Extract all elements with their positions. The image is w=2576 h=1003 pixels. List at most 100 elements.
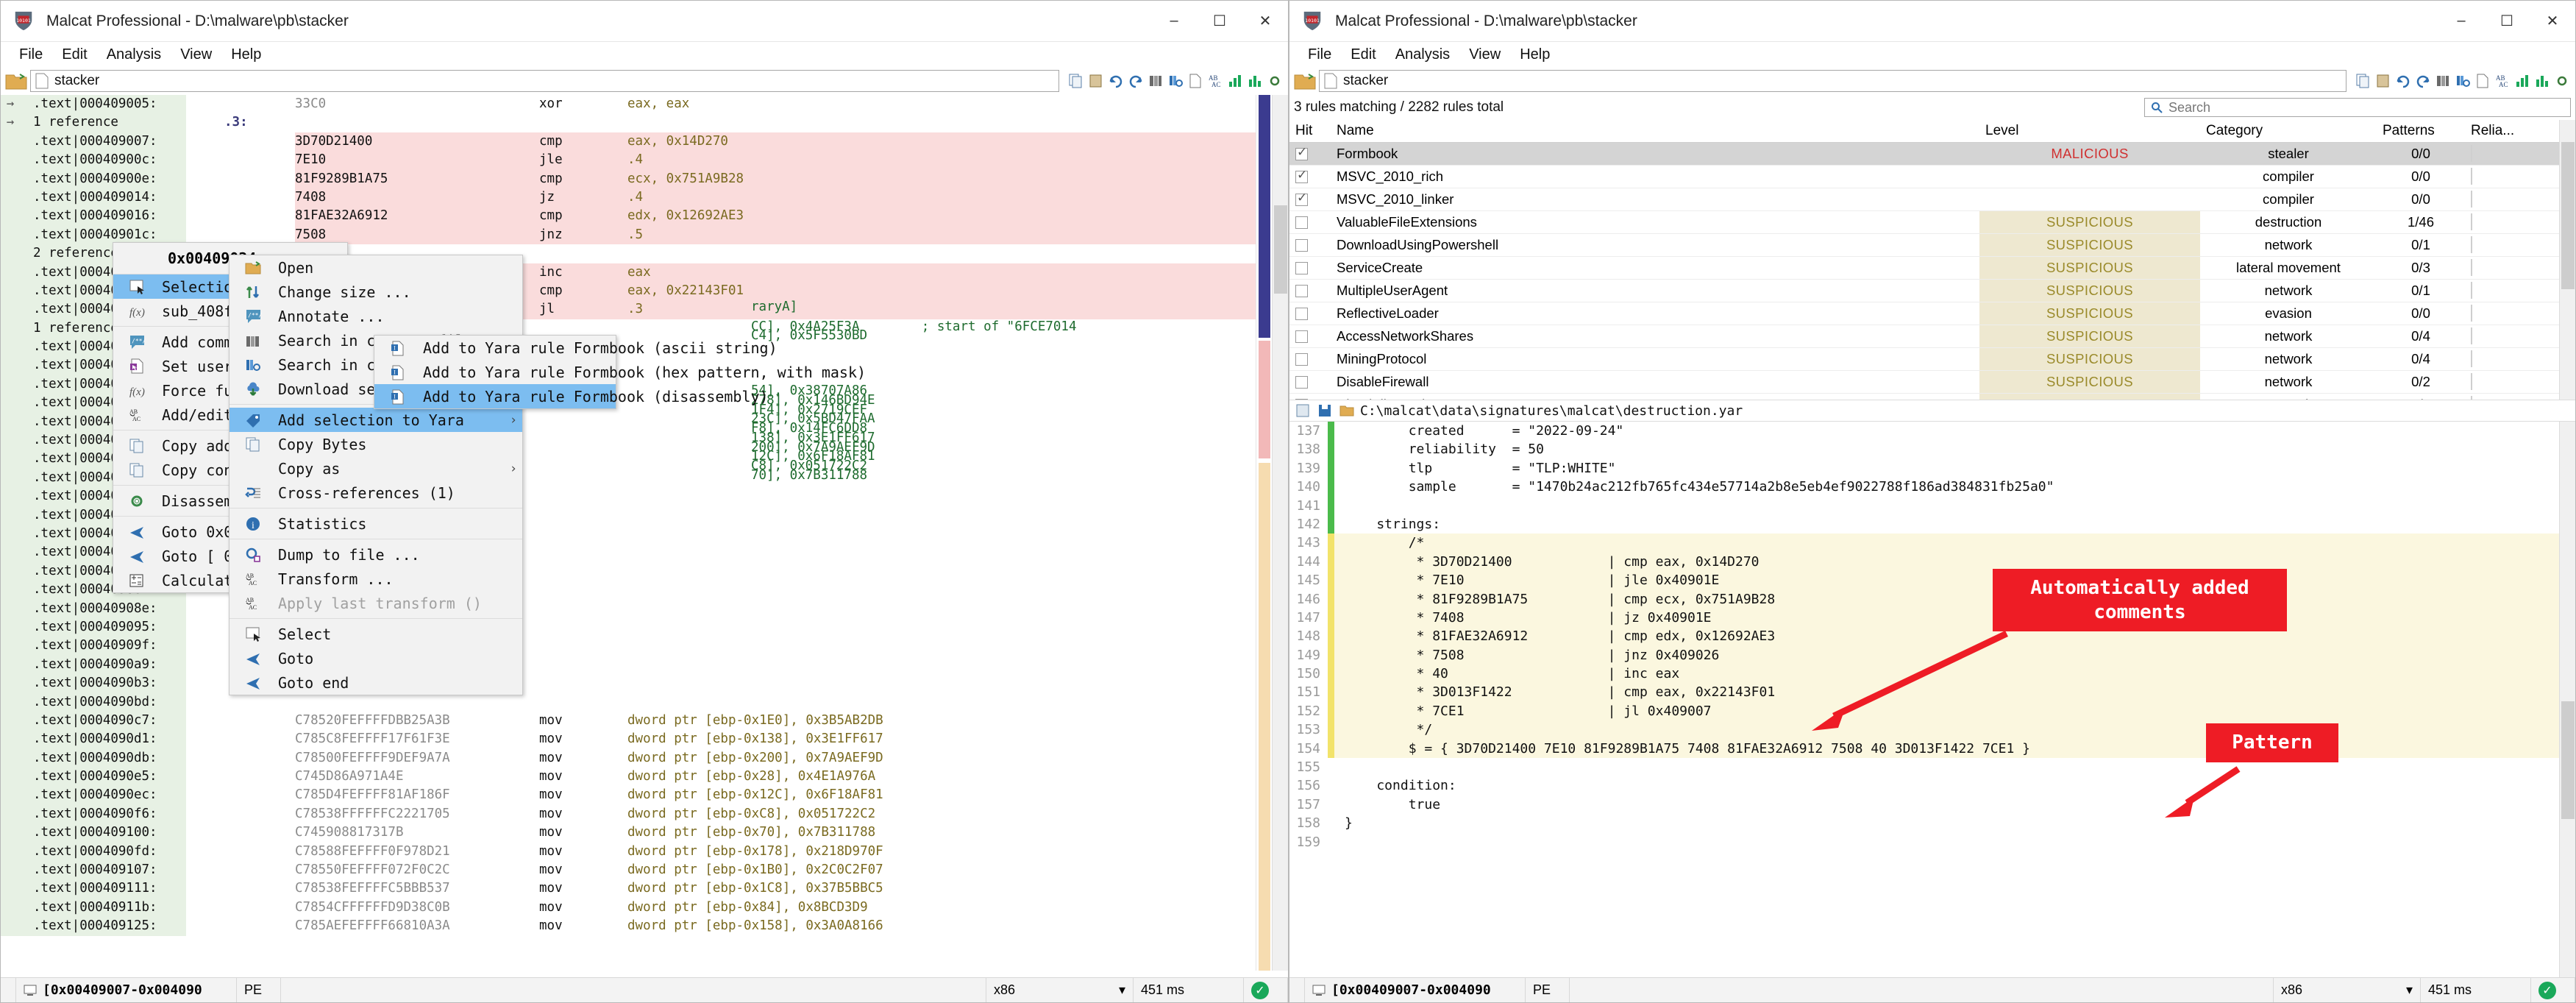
rules-search-input[interactable]: Search: [2144, 98, 2571, 117]
disassembly-row[interactable]: .text|0004090db: C78500FEFFFF9DEF9A7A mov d…: [1, 748, 1288, 768]
yara-line[interactable]: 159: [1289, 832, 2575, 851]
left-status-arch-combo[interactable]: x86 ▾: [986, 977, 1134, 1002]
menu-view-right[interactable]: View: [1459, 44, 1510, 65]
chevron-down-icon[interactable]: ▾: [1119, 982, 1125, 998]
maximize-button[interactable]: ☐: [1197, 1, 1242, 42]
hit-checkbox[interactable]: [1295, 399, 1308, 400]
table-row[interactable]: ValuableFileExtensions SUSPICIOUS destruct…: [1289, 210, 2575, 234]
disassembly-row[interactable]: .text|0004090fd: C78588FEFFFF0F978D21 mov d…: [1, 842, 1288, 862]
menu-help-right[interactable]: Help: [1510, 44, 1559, 65]
hit-checkbox[interactable]: [1295, 285, 1308, 297]
disassembly-row[interactable]: .text|00040908e:: [1, 599, 1288, 618]
right-status-arch-combo[interactable]: x86 ▾: [2274, 977, 2421, 1002]
col-category[interactable]: Category: [2200, 120, 2377, 143]
hit-checkbox[interactable]: [1295, 330, 1308, 343]
yara-line[interactable]: 139 tlp = "TLP:WHITE": [1289, 458, 2575, 478]
minimize-button[interactable]: –: [1151, 1, 1197, 42]
rule-hit-cell[interactable]: [1289, 302, 1331, 325]
disassembly-row[interactable]: .text|00040900c:7E10jle.4↓1: [1, 151, 1288, 170]
disassembly-row[interactable]: .text|000409014:7408jz.4↓1: [1, 188, 1288, 208]
rule-hit-cell[interactable]: [1289, 370, 1331, 394]
table-row[interactable]: MSVC_2010_linker compiler0/0: [1289, 188, 2575, 211]
rule-hit-cell[interactable]: [1289, 279, 1331, 302]
context-menu-selection-item[interactable]: i Statistics: [230, 511, 522, 536]
document-icon-right[interactable]: [2473, 72, 2491, 91]
table-row[interactable]: FormbookMALICIOUSstealer0/0: [1289, 142, 2575, 166]
menu-edit[interactable]: Edit: [52, 44, 96, 65]
new-file-icon[interactable]: [1294, 402, 1312, 419]
context-menu-selection-item[interactable]: Add selection to Yara ›: [230, 408, 522, 432]
context-menu-selection-item[interactable]: Goto end: [230, 670, 522, 695]
menu-analysis-right[interactable]: Analysis: [1386, 44, 1459, 65]
label-ab-icon[interactable]: AB AC: [1206, 72, 1224, 91]
disassembly-row[interactable]: .text|000409107: C78550FEFFFF072F0C2C mov d…: [1, 861, 1288, 880]
table-row[interactable]: DownloadUsingPowershell SUSPICIOUS network…: [1289, 233, 2575, 257]
menu-edit-right[interactable]: Edit: [1341, 44, 1385, 65]
rule-hit-cell[interactable]: [1289, 210, 1331, 234]
disassembly-row[interactable]: .text|000409111: C78538FEFFFFC5BBB537 mov d…: [1, 879, 1288, 899]
disassembly-row[interactable]: .text|0004090c7: C78520FEFFFFDBB25A3B mov d…: [1, 711, 1288, 731]
table-row[interactable]: ReflectiveLoader SUSPICIOUS evasion 0/0: [1289, 302, 2575, 325]
yara-line[interactable]: 154 $ = { 3D70D21400 7E10 81F9289B1A75 7…: [1289, 739, 2575, 759]
col-patterns[interactable]: Patterns: [2377, 120, 2465, 143]
menu-view[interactable]: View: [171, 44, 221, 65]
disassembly-row[interactable]: .text|0004090ec: C785D4FEFFFF81AF186F mov d…: [1, 786, 1288, 805]
disassembly-row[interactable]: .text|00040900e: 81F9289B1A75 cmp ecx, 0x75…: [1, 169, 1288, 188]
settings-icon[interactable]: [1265, 72, 1284, 91]
context-menu-selection-submenu[interactable]: Open Change size .../**/Annotate ... Searc…: [229, 255, 570, 695]
redo-icon[interactable]: [1126, 72, 1145, 91]
disassembly-row[interactable]: .text|0004090a9:: [1, 655, 1288, 675]
menu-analysis[interactable]: Analysis: [97, 44, 171, 65]
context-menu-yara-item[interactable]: I Add to Yara rule Formbook (disassembly): [374, 384, 769, 408]
context-menu-selection-item[interactable]: Goto: [230, 646, 522, 670]
disassembly-row[interactable]: .text|0004090e5: C745D86A971A4E mov dword p…: [1, 768, 1288, 787]
file-path-input-right[interactable]: stacker: [1319, 70, 2346, 92]
disassembly-row[interactable]: .text|000409016: 81FAE32A6912 cmp edx, 0x12…: [1, 207, 1288, 226]
rule-hit-cell[interactable]: [1289, 393, 1331, 400]
hit-checkbox[interactable]: [1295, 239, 1308, 252]
rule-hit-cell[interactable]: [1289, 347, 1331, 371]
yara-line[interactable]: 157 true: [1289, 795, 2575, 815]
settings-icon-right[interactable]: [2552, 72, 2571, 91]
context-menu-selection-item[interactable]: AB AC Apply last transform (): [230, 591, 522, 615]
disassembly-row[interactable]: .text|00040911b: C7854CFFFFFFD9D38C0B mov d…: [1, 898, 1288, 918]
yara-line[interactable]: 142 strings:: [1289, 514, 2575, 534]
rule-hit-cell[interactable]: [1289, 188, 1331, 211]
paste-icon-right[interactable]: [2374, 72, 2392, 91]
context-menu-selection-item[interactable]: Copy Bytes: [230, 432, 522, 456]
rule-hit-cell[interactable]: [1289, 256, 1331, 280]
yara-line[interactable]: 156 condition:: [1289, 776, 2575, 795]
disassembly-row[interactable]: .text|000409095:: [1, 617, 1288, 637]
open-folder-icon-right[interactable]: [1294, 71, 1316, 91]
disassembly-view[interactable]: → .text|000409005: 33C0 xor eax, eax → 1 refer…: [1, 95, 1288, 971]
rule-hit-cell[interactable]: [1289, 165, 1331, 188]
yara-line[interactable]: 137 created = "2022-09-24": [1289, 422, 2575, 441]
menu-file-right[interactable]: File: [1298, 44, 1341, 65]
copy-icon-right[interactable]: [2354, 72, 2372, 91]
save-icon[interactable]: [1316, 402, 1334, 419]
disassembly-row[interactable]: .text|0004090f6: C78538FFFFFFC2221705 mov d…: [1, 804, 1288, 824]
graph-icon[interactable]: [1225, 72, 1244, 91]
yara-line[interactable]: 143 /*: [1289, 534, 2575, 553]
disassembly-scrollbar[interactable]: [1272, 95, 1288, 971]
menu-help[interactable]: Help: [221, 44, 271, 65]
disassembly-row[interactable]: .text|0004090b3:: [1, 674, 1288, 693]
rules-scrollbar[interactable]: [2559, 120, 2575, 400]
hit-checkbox[interactable]: [1295, 145, 1308, 160]
yara-line[interactable]: 138 reliability = 50: [1289, 440, 2575, 459]
rule-hit-cell[interactable]: [1289, 325, 1331, 348]
context-menu-selection-item[interactable]: /**/ Annotate ...: [230, 304, 522, 328]
hit-checkbox[interactable]: [1295, 353, 1308, 366]
maximize-button-right[interactable]: ☐: [2484, 1, 2530, 42]
close-button[interactable]: ✕: [1242, 1, 1288, 42]
hit-checkbox[interactable]: [1295, 376, 1308, 389]
table-row[interactable]: AccessNetworkShares SUSPICIOUS network 0/4: [1289, 325, 2575, 348]
yara-line[interactable]: 144 * 3D70D21400 | cmp eax, 0x14D270: [1289, 552, 2575, 572]
copy-icon[interactable]: [1067, 72, 1085, 91]
disassembly-row[interactable]: .text|000409100: C745908817317B mov dword p…: [1, 823, 1288, 843]
minimize-button-right[interactable]: –: [2438, 1, 2484, 42]
context-menu-selection-item[interactable]: Dump to file ...: [230, 542, 522, 567]
disassembly-row[interactable]: → 1 reference .3:: [1, 113, 1288, 132]
menu-file[interactable]: File: [10, 44, 52, 65]
folder-icon[interactable]: [1338, 402, 1356, 419]
